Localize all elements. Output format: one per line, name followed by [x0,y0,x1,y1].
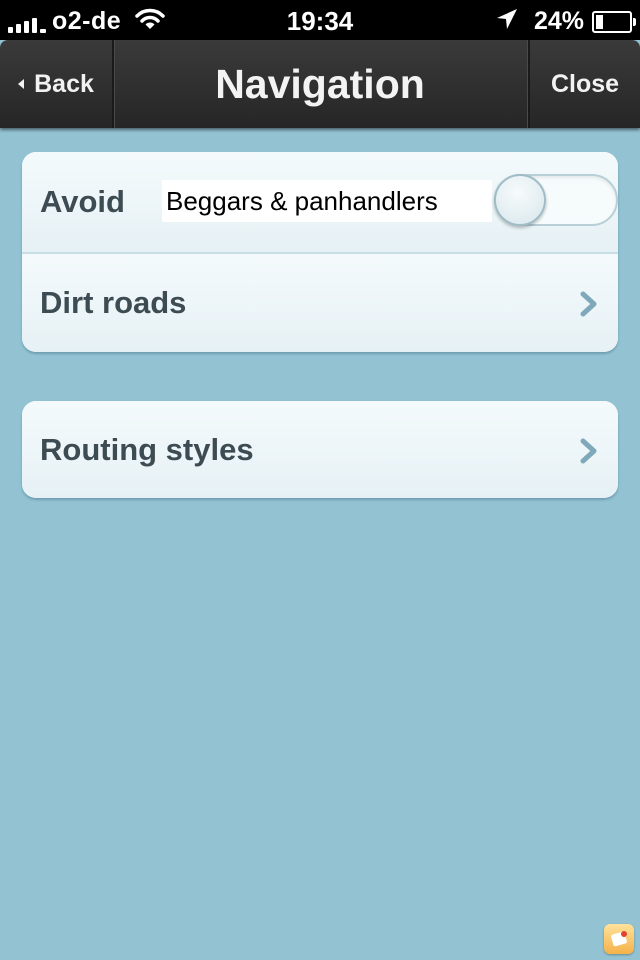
location-arrow-icon [496,6,518,37]
page-title: Navigation [215,60,425,107]
back-arrow-icon [18,79,25,89]
avoid-settings-group: Avoid Beggars & panhandlers Dirt roads [22,152,618,352]
battery-percent: 24% [533,7,584,35]
chevron-right-icon [580,438,598,469]
avoid-label: Avoid [40,184,125,219]
navigation-bar: Back Navigation Close [0,40,640,128]
close-button[interactable]: Close [528,40,640,128]
avoid-value-field[interactable]: Beggars & panhandlers [162,180,492,222]
routing-styles-row[interactable]: Routing styles [22,401,618,498]
status-bar: o2-de 19:34 24% [0,0,640,40]
back-button-label: Back [34,69,94,98]
dirt-roads-row[interactable]: Dirt roads [22,252,618,352]
chevron-right-icon [580,291,598,322]
feedback-app-icon[interactable] [604,924,634,954]
status-right: 24% [496,6,636,37]
battery-icon [592,10,636,33]
routing-styles-label: Routing styles [40,431,254,467]
back-button[interactable]: Back [0,40,114,128]
dirt-roads-label: Dirt roads [40,285,187,320]
routing-group: Routing styles [22,401,618,498]
toggle-knob [494,174,546,226]
avoid-toggle[interactable] [494,174,618,226]
battery-fill [596,14,603,29]
avoid-row: Avoid Beggars & panhandlers [22,152,618,252]
close-button-label: Close [550,69,620,98]
